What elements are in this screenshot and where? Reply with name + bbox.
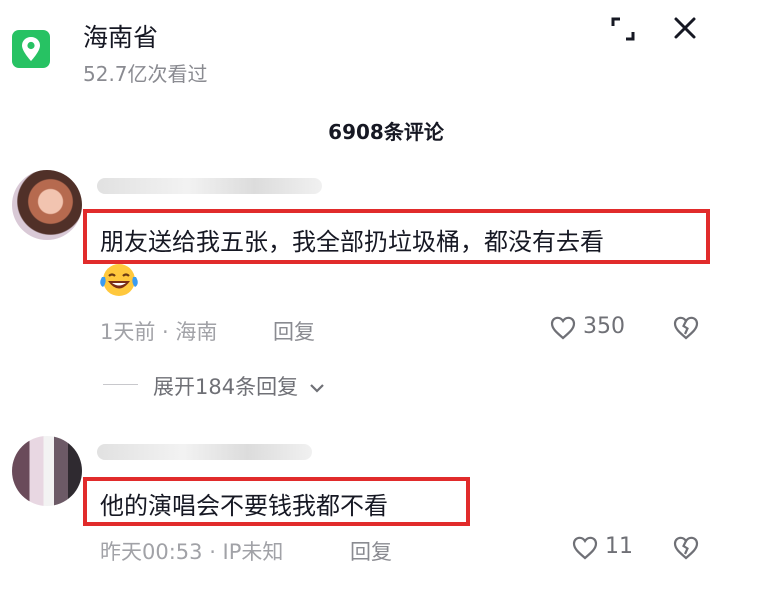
comment-time-location: 1天前 · 海南 <box>100 320 218 344</box>
heart-icon <box>572 536 598 560</box>
comment-count: 6908条评论 <box>328 120 444 144</box>
like-count: 350 <box>583 314 625 339</box>
like-button[interactable] <box>572 536 598 560</box>
avatar[interactable] <box>12 170 82 240</box>
chevron-down-icon <box>310 384 324 393</box>
comment-text: 朋友送给我五张，我全部扔垃圾桶，都没有去看 <box>100 228 604 256</box>
close-button[interactable] <box>671 14 699 42</box>
like-button[interactable] <box>550 316 576 340</box>
like-count: 11 <box>605 534 633 559</box>
blurred-username[interactable] <box>97 444 312 460</box>
comment-time-location: 昨天00:53 · IP未知 <box>100 540 284 564</box>
view-count: 52.7亿次看过 <box>83 62 208 86</box>
dislike-button[interactable] <box>673 535 699 561</box>
reply-button[interactable]: 回复 <box>273 316 315 346</box>
avatar[interactable] <box>12 436 82 506</box>
broken-heart-icon <box>673 536 699 560</box>
location-title: 海南省 <box>83 23 159 52</box>
broken-heart-icon <box>673 316 699 340</box>
expand-replies-label: 展开184条回复 <box>153 375 299 399</box>
expand-button[interactable] <box>610 16 636 42</box>
dislike-button[interactable] <box>673 315 699 341</box>
expand-icon <box>611 17 635 41</box>
reply-button[interactable]: 回复 <box>350 536 392 566</box>
close-icon <box>674 17 696 39</box>
blurred-username[interactable] <box>97 178 322 194</box>
comment-text: 他的演唱会不要钱我都不看 <box>100 492 388 520</box>
location-pin-icon <box>22 37 40 61</box>
expand-replies-button[interactable]: 展开184条回复 <box>153 371 325 401</box>
location-icon <box>12 30 50 68</box>
expand-divider <box>103 384 138 385</box>
laughing-crying-emoji-icon <box>98 262 140 298</box>
heart-icon <box>550 316 576 340</box>
